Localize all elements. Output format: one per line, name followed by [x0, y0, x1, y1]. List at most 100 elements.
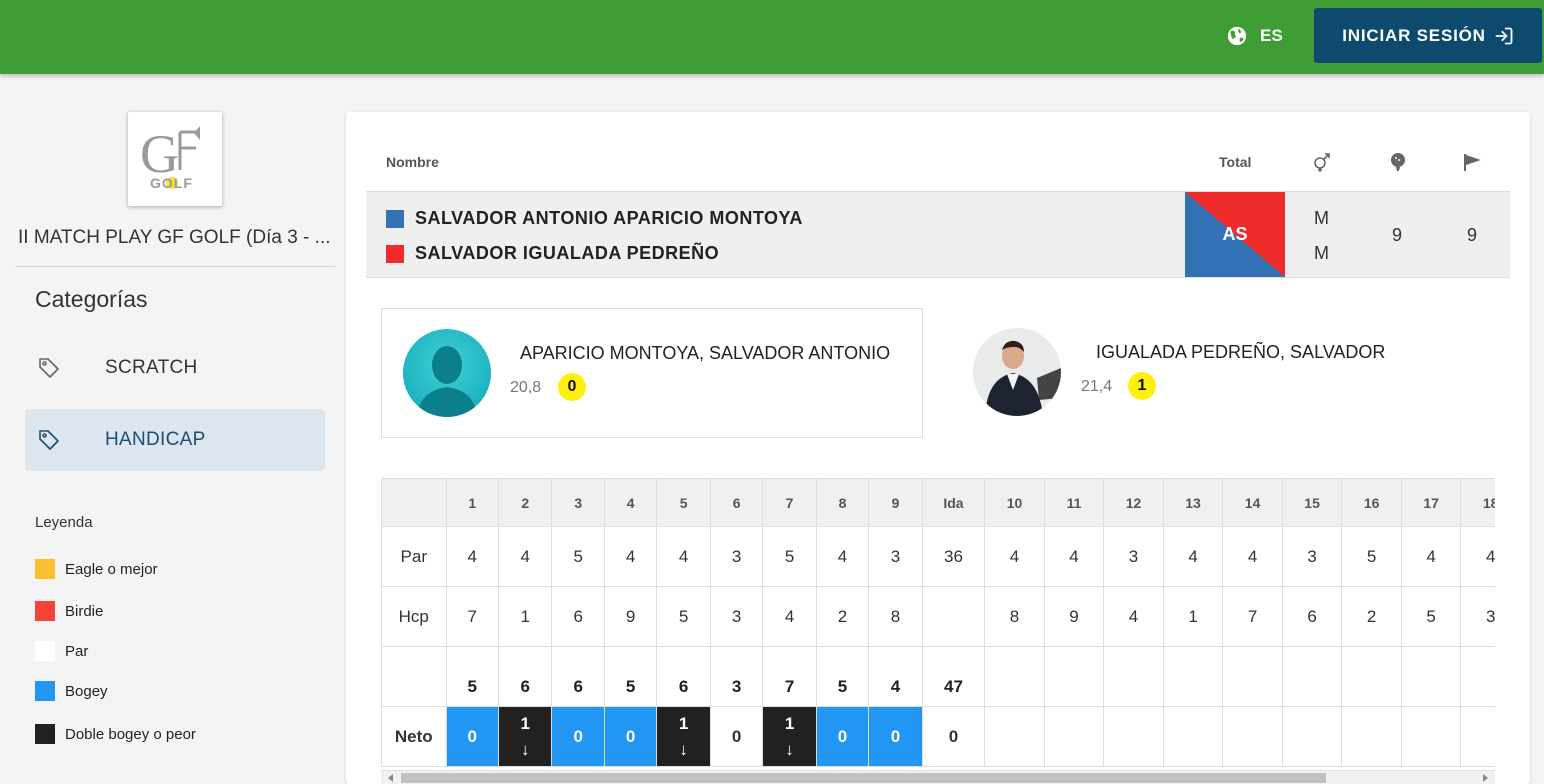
score-cell: 2: [498, 478, 553, 527]
match-card: Nombre Total SALVADOR ANTONIO APARICIO M…: [346, 112, 1530, 784]
globe-icon: [1227, 26, 1247, 46]
language-label: ES: [1260, 26, 1283, 45]
player-gender: M: [1314, 243, 1329, 263]
score-cell: 5: [656, 586, 711, 647]
legend-item-birdie: Birdie: [35, 601, 103, 621]
column-header-total: Total: [1219, 154, 1252, 170]
categories-heading: Categorías: [35, 286, 148, 312]
neto-value: 0: [731, 726, 742, 746]
score-cell: 6: [1281, 586, 1343, 647]
player-gender: M: [1314, 208, 1329, 228]
score-cell: [1222, 706, 1283, 767]
scroll-thumb[interactable]: [401, 773, 1326, 783]
score-cell: [1043, 706, 1105, 767]
horizontal-scrollbar[interactable]: [381, 770, 1495, 784]
score-cell: 7: [762, 478, 817, 527]
score-cell: 14: [1222, 478, 1283, 527]
legend-label: Par: [65, 642, 89, 660]
legend-item-double-bogey: Doble bogey o peor: [35, 724, 196, 744]
score-cell: 6: [498, 646, 553, 707]
score-cell: 5: [656, 478, 711, 527]
row-label: Par: [381, 526, 447, 587]
legend-swatch: [35, 681, 55, 701]
holes-up-badge: 0: [558, 373, 586, 401]
score-cell: [1460, 646, 1495, 707]
tag-icon: [39, 430, 59, 450]
row-label: Neto: [381, 706, 447, 767]
score-cell: [1341, 646, 1402, 707]
score-cell: 5: [762, 526, 817, 587]
language-selector[interactable]: ES: [1226, 22, 1283, 50]
row-label: [381, 478, 447, 527]
score-cell: 3: [709, 586, 764, 647]
player-card-handicap: 21,4: [1081, 378, 1113, 395]
holes-played: 9: [1392, 225, 1403, 245]
score-cell: 4: [762, 586, 817, 647]
score-cell: 5: [551, 526, 605, 587]
neto-value: 0: [890, 726, 901, 746]
category-label: SCRATCH: [105, 357, 198, 378]
score-cell: 8: [868, 586, 923, 647]
neto-value: 0: [948, 726, 959, 746]
score-cell: [921, 586, 986, 647]
legend-swatch: [35, 601, 55, 621]
score-cell: 4: [1460, 526, 1495, 587]
legend-label: Bogey: [65, 682, 108, 700]
scorecard[interactable]: 1 2 3 4 5 6 7 8 9 Ida 10 11 12 13 14 15 16 17 18 Par 4 4 5 4 4 3 5…: [381, 478, 1495, 784]
score-cell: 5: [1341, 526, 1402, 587]
score-cell: 9: [1043, 586, 1105, 647]
score-cell: 4: [603, 526, 658, 587]
score-cell: 47: [921, 646, 986, 707]
score-cell: 0: [815, 706, 870, 767]
neto-value: 1: [678, 713, 689, 733]
score-cell: 3: [1103, 526, 1164, 587]
login-button[interactable]: INICIAR SESIÓN: [1314, 8, 1542, 63]
arrow-down-icon: ↓: [785, 739, 794, 759]
scroll-right-arrow-icon[interactable]: [1483, 774, 1488, 782]
score-cell: 3: [709, 526, 764, 587]
scroll-left-arrow-icon[interactable]: [388, 774, 393, 782]
category-item-handicap[interactable]: HANDICAP: [25, 409, 325, 471]
match-total-badge: AS: [1185, 192, 1285, 277]
neto-value: 0: [573, 726, 583, 746]
gender-icon: [1314, 153, 1330, 172]
player-card-2: IGUALADA PEDREÑO, SALVADOR 21,4 1: [961, 308, 1521, 438]
player-photo: [973, 328, 1061, 416]
score-cell: 4: [498, 526, 553, 587]
login-label: INICIAR SESIÓN: [1342, 25, 1486, 45]
score-cell: [1400, 646, 1462, 707]
score-cell: 3: [1460, 586, 1495, 647]
score-cell: 7: [1222, 586, 1283, 647]
club-logo-text: GOLF: [150, 175, 193, 191]
score-cell: 5: [445, 646, 500, 707]
score-cell: 8: [815, 478, 870, 527]
score-cell: 2: [1341, 586, 1402, 647]
category-label: HANDICAP: [105, 429, 206, 450]
score-cell: 4: [815, 526, 870, 587]
score-cell: [1043, 646, 1105, 707]
category-item-scratch[interactable]: SCRATCH: [25, 337, 325, 399]
scorecard-par-row: Par 4 4 5 4 4 3 5 4 3 36 4 4 3 4 4 3 5 4 4: [381, 526, 1495, 587]
score-cell: 6: [656, 646, 711, 707]
row-label: [381, 646, 447, 707]
score-cell: 4: [1400, 526, 1462, 587]
score-cell: 36: [921, 526, 986, 587]
score-cell: 0: [603, 706, 658, 767]
match-row[interactable]: SALVADOR ANTONIO APARICIO MONTOYA SALVAD…: [366, 191, 1510, 278]
score-cell: [1162, 646, 1224, 707]
score-cell: 9: [603, 586, 658, 647]
player-line-1: SALVADOR ANTONIO APARICIO MONTOYA: [386, 208, 803, 229]
legend-item-par: Par: [35, 641, 88, 661]
score-cell: [1341, 706, 1402, 767]
score-cell: 11: [1043, 478, 1105, 527]
score-cell: [1460, 706, 1495, 767]
score-cell: 16: [1341, 478, 1402, 527]
neto-value: 1: [520, 713, 530, 733]
neto-value: 0: [467, 726, 478, 746]
player-color-swatch: [386, 209, 404, 228]
score-cell: 6: [551, 646, 605, 707]
scorecard-table: 1 2 3 4 5 6 7 8 9 Ida 10 11 12 13 14 15 16 17 18 Par 4 4 5 4 4 3 5…: [381, 478, 1495, 767]
flag-icon: [1464, 154, 1481, 171]
tag-icon: [39, 358, 59, 378]
score-cell: 3: [551, 478, 605, 527]
